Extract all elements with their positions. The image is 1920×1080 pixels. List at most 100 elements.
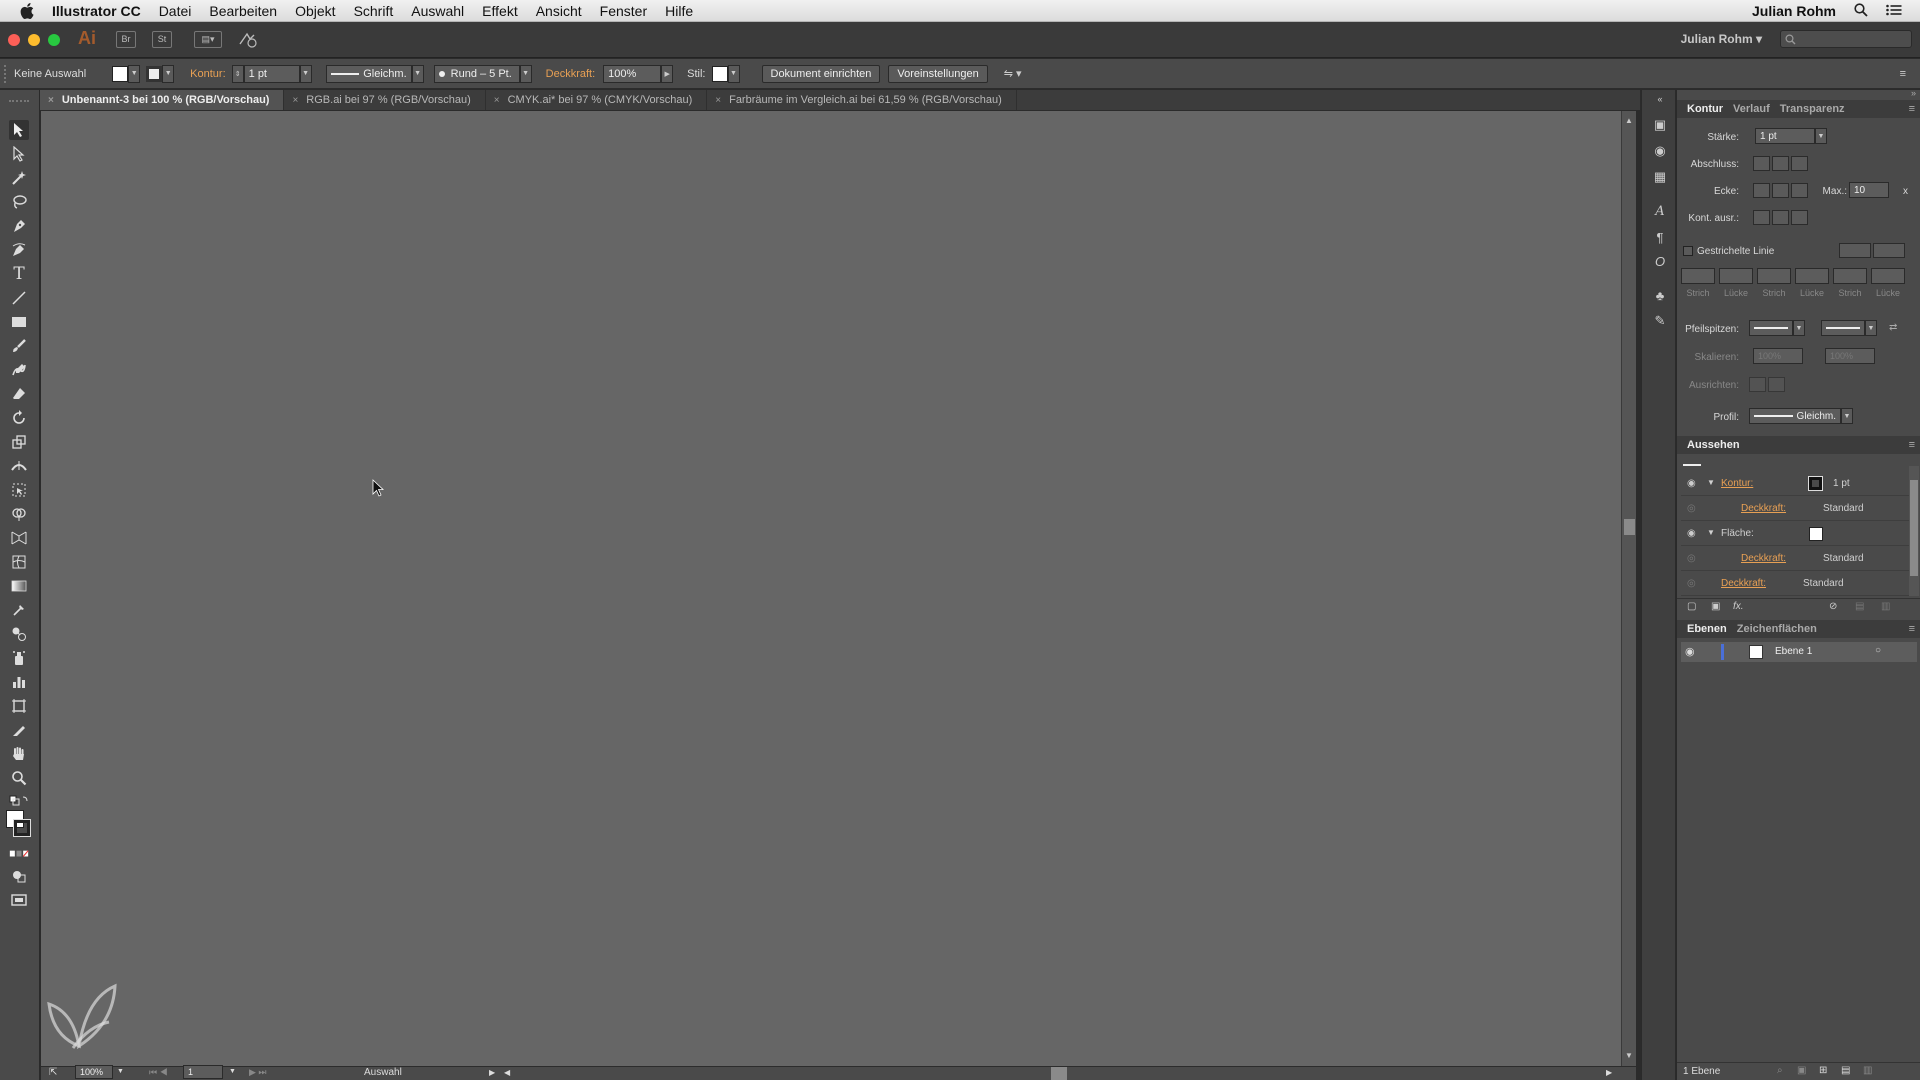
- round-cap-button[interactable]: [1772, 156, 1789, 171]
- visibility-eye-icon[interactable]: ◎: [1687, 503, 1696, 514]
- variable-width-profile[interactable]: Gleichm.: [325, 64, 412, 83]
- stroke-weight-dropdown-icon[interactable]: ▼: [299, 64, 312, 83]
- visibility-eye-icon[interactable]: ◎: [1687, 578, 1696, 589]
- preferences-button[interactable]: Voreinstellungen: [888, 64, 988, 83]
- last-artboard-icon[interactable]: ▶ ⏭: [249, 1067, 267, 1078]
- scroll-left-icon[interactable]: ◀: [504, 1068, 510, 1077]
- align-center-button[interactable]: [1753, 210, 1770, 225]
- appearance-row-stroke[interactable]: ◉ ▼ Kontur: 1 pt: [1681, 472, 1909, 496]
- gradient-tool-icon[interactable]: [9, 576, 29, 596]
- graphic-style-dropdown-icon[interactable]: ▼: [727, 64, 740, 83]
- graphic-style-swatch[interactable]: [711, 65, 728, 82]
- gap-field-1[interactable]: [1719, 268, 1753, 284]
- magic-wand-tool-icon[interactable]: [9, 168, 29, 188]
- appearance-scrollbar[interactable]: [1909, 466, 1919, 596]
- drawing-modes-icon[interactable]: [9, 866, 29, 886]
- object-opacity-label[interactable]: Deckkraft:: [1721, 578, 1766, 589]
- artboard-number-field[interactable]: 1: [183, 1065, 223, 1079]
- layers-menu-icon[interactable]: ≡: [1909, 623, 1915, 635]
- opacity-link[interactable]: Deckkraft:: [546, 68, 596, 80]
- symbols-panel-icon[interactable]: ♣: [1651, 286, 1669, 304]
- profile-select[interactable]: Gleichm.: [1749, 408, 1841, 424]
- swatches-panel-icon[interactable]: ▦: [1651, 168, 1669, 186]
- disclosure-triangle-icon[interactable]: ▼: [1707, 528, 1715, 537]
- layer-visibility-eye-icon[interactable]: ◉: [1685, 645, 1695, 658]
- document-setup-button[interactable]: Dokument einrichten: [761, 64, 881, 83]
- eraser-tool-icon[interactable]: [9, 384, 29, 404]
- disclosure-triangle-icon[interactable]: ▼: [1707, 478, 1715, 487]
- document-canvas[interactable]: [41, 111, 1621, 1066]
- tab-kontur[interactable]: Kontur: [1687, 103, 1723, 115]
- add-new-stroke-icon[interactable]: ▢: [1687, 601, 1696, 612]
- toolbox-grip[interactable]: [9, 98, 29, 104]
- shaper-tool-icon[interactable]: [9, 360, 29, 380]
- stroke-color-swatch[interactable]: [13, 819, 31, 837]
- status-menu-icon[interactable]: ▶: [489, 1068, 495, 1077]
- start-scale-field[interactable]: 100%: [1753, 348, 1803, 364]
- brushes-panel-icon[interactable]: ✎: [1651, 312, 1669, 330]
- panel-menu-icon[interactable]: ≡: [1909, 103, 1915, 115]
- zoom-tool-icon[interactable]: [9, 768, 29, 788]
- blend-tool-icon[interactable]: [9, 624, 29, 644]
- collapse-dock-icon[interactable]: «: [1651, 90, 1669, 108]
- limit-field[interactable]: 10: [1849, 182, 1889, 198]
- dash-field-1[interactable]: [1681, 268, 1715, 284]
- brush-definition[interactable]: Rund – 5 Pt.: [433, 64, 520, 83]
- scroll-down-icon[interactable]: ▼: [1625, 1051, 1633, 1060]
- gap-field-3[interactable]: [1871, 268, 1905, 284]
- align-inside-button[interactable]: [1772, 210, 1789, 225]
- miter-join-button[interactable]: [1753, 183, 1770, 198]
- butt-cap-button[interactable]: [1753, 156, 1770, 171]
- stroke-swatch[interactable]: [146, 65, 163, 82]
- dash-align-button[interactable]: [1873, 243, 1905, 258]
- workspace-switcher[interactable]: Julian Rohm ▾: [1681, 32, 1762, 46]
- layer-row-ebene-1[interactable]: ◉ Ebene 1 ○: [1681, 642, 1917, 662]
- appearance-row-object-opacity[interactable]: ◎ Deckkraft: Standard: [1681, 572, 1909, 596]
- gap-field-2[interactable]: [1795, 268, 1829, 284]
- type-tool-icon[interactable]: T: [9, 264, 29, 284]
- locate-object-icon[interactable]: ⌕: [1777, 1065, 1783, 1076]
- close-tab-icon[interactable]: ×: [715, 95, 721, 106]
- column-graph-tool-icon[interactable]: [9, 672, 29, 692]
- free-transform-tool-icon[interactable]: [9, 480, 29, 500]
- dash-field-3[interactable]: [1833, 268, 1867, 284]
- paintbrush-tool-icon[interactable]: [9, 336, 29, 356]
- spotlight-search-icon[interactable]: [1854, 2, 1868, 20]
- zoom-field[interactable]: 100%: [75, 1065, 113, 1079]
- layer-name[interactable]: Ebene 1: [1775, 646, 1812, 657]
- make-clipping-mask-icon[interactable]: ▣: [1797, 1065, 1806, 1076]
- appearance-scrollbar-thumb[interactable]: [1910, 480, 1918, 576]
- scroll-up-icon[interactable]: ▲: [1625, 116, 1633, 125]
- profile-dropdown-icon[interactable]: ▼: [411, 64, 424, 83]
- artboard-tool-icon[interactable]: [9, 696, 29, 716]
- new-layer-icon[interactable]: ▤: [1841, 1065, 1850, 1076]
- menu-fenster[interactable]: Fenster: [600, 3, 647, 19]
- artboard-dropdown-icon[interactable]: ▼: [229, 1068, 236, 1075]
- appearance-row-fill[interactable]: ◉ ▼ Fläche:: [1681, 522, 1909, 546]
- help-search-input[interactable]: [1780, 30, 1912, 48]
- arrange-documents-icon[interactable]: ▤▾: [194, 31, 222, 48]
- app-menu[interactable]: Illustrator CC: [52, 3, 141, 19]
- visibility-eye-icon[interactable]: ◉: [1687, 478, 1696, 489]
- first-artboard-icon[interactable]: ⏮ ◀: [149, 1067, 168, 1078]
- transform-options-icon[interactable]: ⇋ ▾: [1004, 67, 1022, 80]
- end-arrowhead-select[interactable]: [1821, 320, 1865, 336]
- tab-farbraeume[interactable]: × Farbräume im Vergleich.ai bei 61,59 % (…: [707, 90, 1017, 110]
- color-none-buttons[interactable]: [9, 848, 29, 860]
- fill-stroke-swatches[interactable]: [6, 810, 32, 844]
- delete-item-icon[interactable]: ▥: [1881, 601, 1890, 612]
- close-tab-icon[interactable]: ×: [292, 95, 298, 106]
- visibility-eye-icon[interactable]: ◎: [1687, 553, 1696, 564]
- arrow-extend-button[interactable]: [1749, 377, 1766, 392]
- close-tab-icon[interactable]: ×: [494, 95, 500, 106]
- fill-swatch[interactable]: [112, 65, 129, 82]
- screen-mode-icon[interactable]: [9, 890, 29, 910]
- tab-rgb[interactable]: × RGB.ai bei 97 % (RGB/Vorschau): [284, 90, 486, 110]
- start-arrowhead-dropdown-icon[interactable]: ▼: [1793, 320, 1805, 336]
- menu-auswahl[interactable]: Auswahl: [411, 3, 464, 19]
- horizontal-scrollbar-thumb[interactable]: [1051, 1067, 1067, 1080]
- appearance-row-fill-opacity[interactable]: ◎ Deckkraft: Standard: [1681, 547, 1909, 571]
- lasso-tool-icon[interactable]: [9, 192, 29, 212]
- align-outside-button[interactable]: [1791, 210, 1808, 225]
- stroke-link[interactable]: Kontur:: [190, 68, 225, 80]
